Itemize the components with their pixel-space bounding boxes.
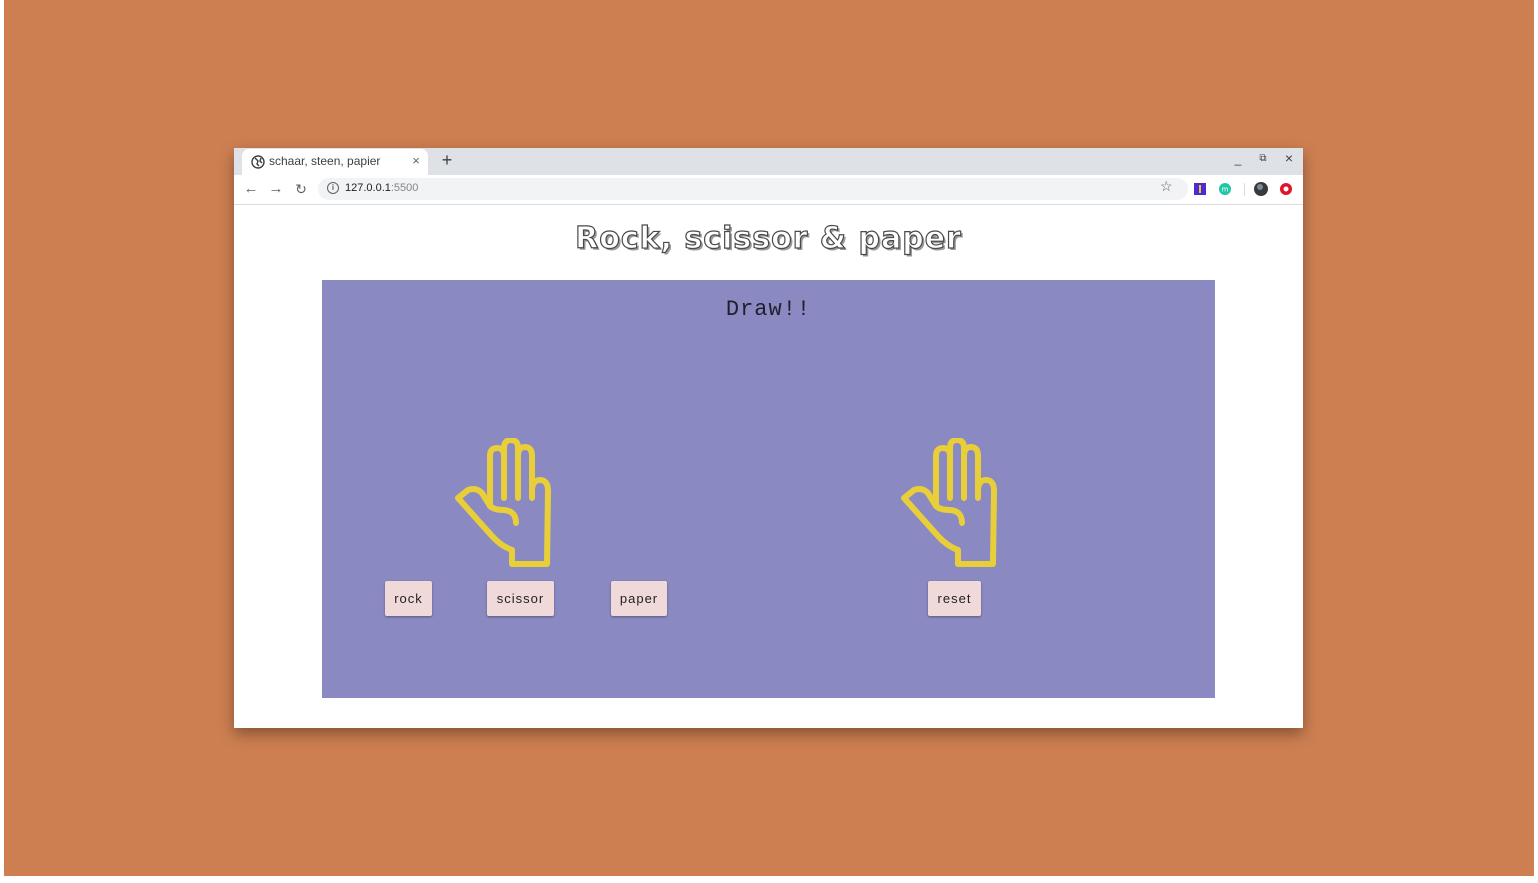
url-port: :5500 — [390, 182, 419, 194]
url-host: 127.0.0.1 — [345, 182, 391, 194]
player-paper-hand-icon — [455, 438, 551, 567]
browser-tab[interactable]: schaar, steen, papier × — [242, 149, 428, 175]
tab-close-icon[interactable]: × — [409, 153, 423, 168]
restore-button[interactable]: ⧉ — [1255, 153, 1271, 164]
close-window-button[interactable]: × — [1281, 150, 1297, 166]
url-text: 127.0.0.1:5500 — [345, 182, 418, 194]
game-area: Draw!! rock scissor paper reset — [322, 280, 1215, 698]
paper-button[interactable]: paper — [611, 581, 667, 616]
back-arrow-icon[interactable]: ← — [242, 180, 260, 198]
minimize-button[interactable]: _ — [1230, 152, 1246, 166]
tab-strip: schaar, steen, papier × + _ ⧉ × — [234, 148, 1303, 175]
new-tab-button[interactable]: + — [438, 150, 456, 171]
info-icon[interactable]: i — [327, 182, 339, 194]
reset-button[interactable]: reset — [928, 581, 981, 616]
forward-arrow-icon[interactable]: → — [267, 180, 285, 198]
toolbar-separator — [1244, 183, 1245, 196]
address-bar[interactable]: i 127.0.0.1:5500 — [318, 178, 1188, 200]
tab-title: schaar, steen, papier — [269, 154, 381, 168]
computer-paper-hand-icon — [901, 438, 997, 567]
extension-m-icon[interactable]: m — [1219, 183, 1231, 195]
extension-stop-icon[interactable] — [1280, 183, 1292, 195]
globe-icon — [251, 155, 265, 169]
scissor-button[interactable]: scissor — [487, 581, 554, 616]
rock-button[interactable]: rock — [385, 581, 432, 616]
profile-avatar[interactable] — [1254, 182, 1268, 196]
result-text: Draw!! — [725, 297, 812, 322]
extension-bookmark-icon[interactable] — [1194, 183, 1206, 195]
svg-text:m: m — [1222, 186, 1229, 194]
page-title: Rock, scissor & paper — [575, 220, 962, 256]
browser-window: schaar, steen, papier × + _ ⧉ × ← → ↻ i … — [234, 148, 1303, 728]
bookmark-star-icon[interactable]: ☆ — [1160, 178, 1173, 195]
web-page: Rock, scissor & paper Draw!! rock scisso… — [234, 205, 1303, 728]
browser-toolbar: ← → ↻ i 127.0.0.1:5500 ☆ m — [234, 175, 1303, 205]
reload-icon[interactable]: ↻ — [292, 180, 310, 198]
